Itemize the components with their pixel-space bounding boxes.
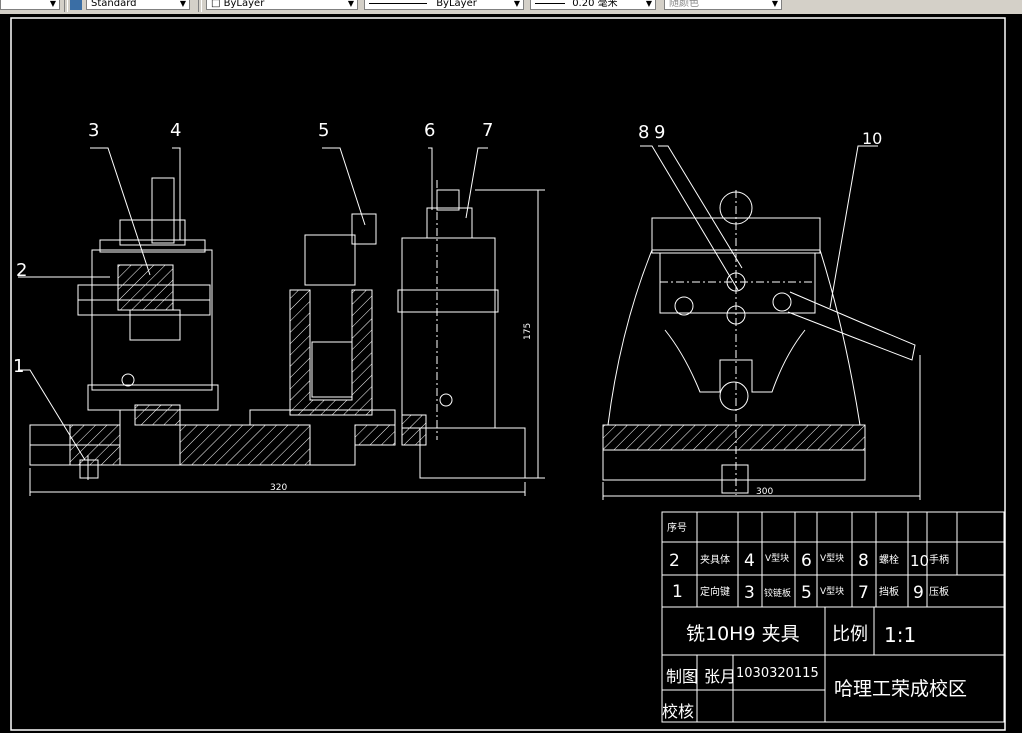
color-dropdown[interactable]: 随颜色 ▼	[664, 0, 782, 10]
right-small-bolt	[439, 393, 453, 407]
properties-toolbar: ▼ Standard ▼ □ ByLayer ▼ ByLayer ▼ 0.20 毫米…	[0, 0, 1022, 15]
right-base-hatch	[401, 414, 427, 446]
part-number-10: 10	[862, 129, 882, 148]
checked-label: 校核	[662, 702, 694, 721]
part-number-7: 7	[482, 120, 493, 141]
upper-plate	[659, 252, 816, 314]
leaders-front	[18, 147, 488, 461]
scale-value: 1:1	[884, 623, 916, 647]
row2-name-2: 铰链板	[764, 587, 791, 599]
row1-name-2: V型块	[765, 552, 789, 564]
small-upper-block	[351, 213, 377, 245]
dimension-right-width: 300	[756, 487, 773, 497]
front-view	[29, 177, 526, 480]
part-number-3: 3	[88, 120, 99, 141]
chevron-down-icon: ▼	[49, 0, 57, 8]
side-body	[607, 249, 861, 426]
part-number-5: 5	[318, 120, 329, 141]
row2-name-3: V型块	[820, 585, 844, 597]
handle	[787, 291, 916, 361]
part-number-8: 8	[638, 122, 649, 143]
row1-name-1: 夹具体	[700, 553, 730, 566]
dimension-left-height: 175	[523, 323, 533, 340]
text-style-value: Standard	[91, 0, 137, 9]
row2-name-4: 挡板	[879, 585, 899, 598]
drawing-title: 铣10H9 夹具	[686, 623, 800, 645]
toolbar-separator	[198, 0, 202, 12]
row2-name-5: 压板	[929, 585, 949, 598]
drawn-label: 制图	[666, 667, 698, 686]
row1-name-4: 螺栓	[879, 553, 899, 566]
row2-num-1: 1	[672, 582, 683, 602]
cad-drawing[interactable]: 1 2 3 4 5 6 7 8 9 10 320 175 300 序号 2 夹具…	[0, 14, 1022, 733]
pivot-left	[674, 296, 694, 316]
base-plate-hatch-mid	[179, 424, 311, 466]
part-number-1: 1	[13, 356, 24, 377]
toolbar-separator	[64, 0, 68, 12]
row2-num-2: 3	[744, 583, 755, 603]
text-style-dropdown[interactable]: Standard ▼	[86, 0, 190, 10]
bottom-key	[721, 464, 749, 494]
chevron-down-icon: ▼	[771, 0, 779, 8]
part-number-2: 2	[16, 260, 27, 281]
side-view	[602, 190, 916, 495]
pivot-bottom	[719, 381, 749, 411]
row1-num-4: 8	[858, 551, 869, 571]
lineweight-sample	[535, 2, 565, 4]
top-stud	[151, 177, 175, 244]
left-column-hatch	[117, 264, 174, 311]
bottom-clamp-hatch	[134, 404, 181, 426]
right-column	[401, 237, 496, 429]
school-name: 哈理工荣成校区	[834, 678, 967, 700]
row1-name-3: V型块	[820, 552, 844, 564]
linetype-sample	[369, 2, 427, 4]
dimension-left-width: 320	[270, 483, 287, 493]
layer-value: ByLayer	[223, 0, 265, 9]
row2-num-4: 7	[858, 583, 869, 603]
text-style-icon[interactable]	[70, 0, 82, 10]
part-number-9: 9	[654, 122, 665, 143]
chevron-down-icon: ▼	[179, 0, 187, 8]
row1-num-2: 4	[744, 551, 755, 571]
row1-num-1: 2	[669, 551, 680, 571]
chevron-down-icon: ▼	[513, 0, 521, 8]
color-value: 随颜色	[669, 0, 699, 9]
chevron-down-icon: ▼	[645, 0, 653, 8]
row2-name-1: 定向键	[700, 585, 730, 598]
right-column-stud	[436, 189, 460, 211]
row1-num-5: 10	[910, 552, 929, 570]
middle-v-block	[289, 289, 373, 416]
layer-dropdown[interactable]: □ ByLayer ▼	[206, 0, 358, 10]
toolbar-left-dropdown[interactable]: ▼	[0, 0, 60, 10]
pivot-right	[772, 292, 792, 312]
right-column-top	[426, 207, 473, 239]
lineweight-value: 0.20 毫米	[572, 0, 618, 9]
side-base-hatch	[602, 424, 866, 451]
drawn-name: 张月	[704, 667, 736, 686]
drawn-id: 1030320115	[736, 666, 819, 681]
small-bolt	[121, 373, 135, 387]
row2-num-3: 5	[801, 583, 812, 603]
row1-num-3: 6	[801, 551, 812, 571]
linetype-dropdown[interactable]: ByLayer ▼	[364, 0, 524, 10]
row1-name-5: 手柄	[929, 553, 949, 566]
part-number-6: 6	[424, 120, 435, 141]
right-bolt	[397, 289, 499, 313]
drawing-canvas[interactable]: 1 2 3 4 5 6 7 8 9 10 320 175 300 序号 2 夹具…	[0, 14, 1022, 733]
chevron-down-icon: ▼	[347, 0, 355, 8]
clamp-arms	[664, 329, 806, 393]
linetype-value: ByLayer	[436, 0, 477, 9]
row2-num-5: 9	[913, 583, 924, 603]
scale-label: 比例	[832, 624, 868, 645]
workpiece	[311, 341, 353, 398]
right-base	[419, 427, 526, 479]
lineweight-dropdown[interactable]: 0.20 毫米 ▼	[530, 0, 656, 10]
upper-block	[304, 234, 356, 286]
part-number-4: 4	[170, 120, 181, 141]
title-block-header: 序号	[667, 521, 687, 534]
base-plate-hatch-right	[354, 424, 396, 446]
leaders-side	[640, 145, 878, 309]
